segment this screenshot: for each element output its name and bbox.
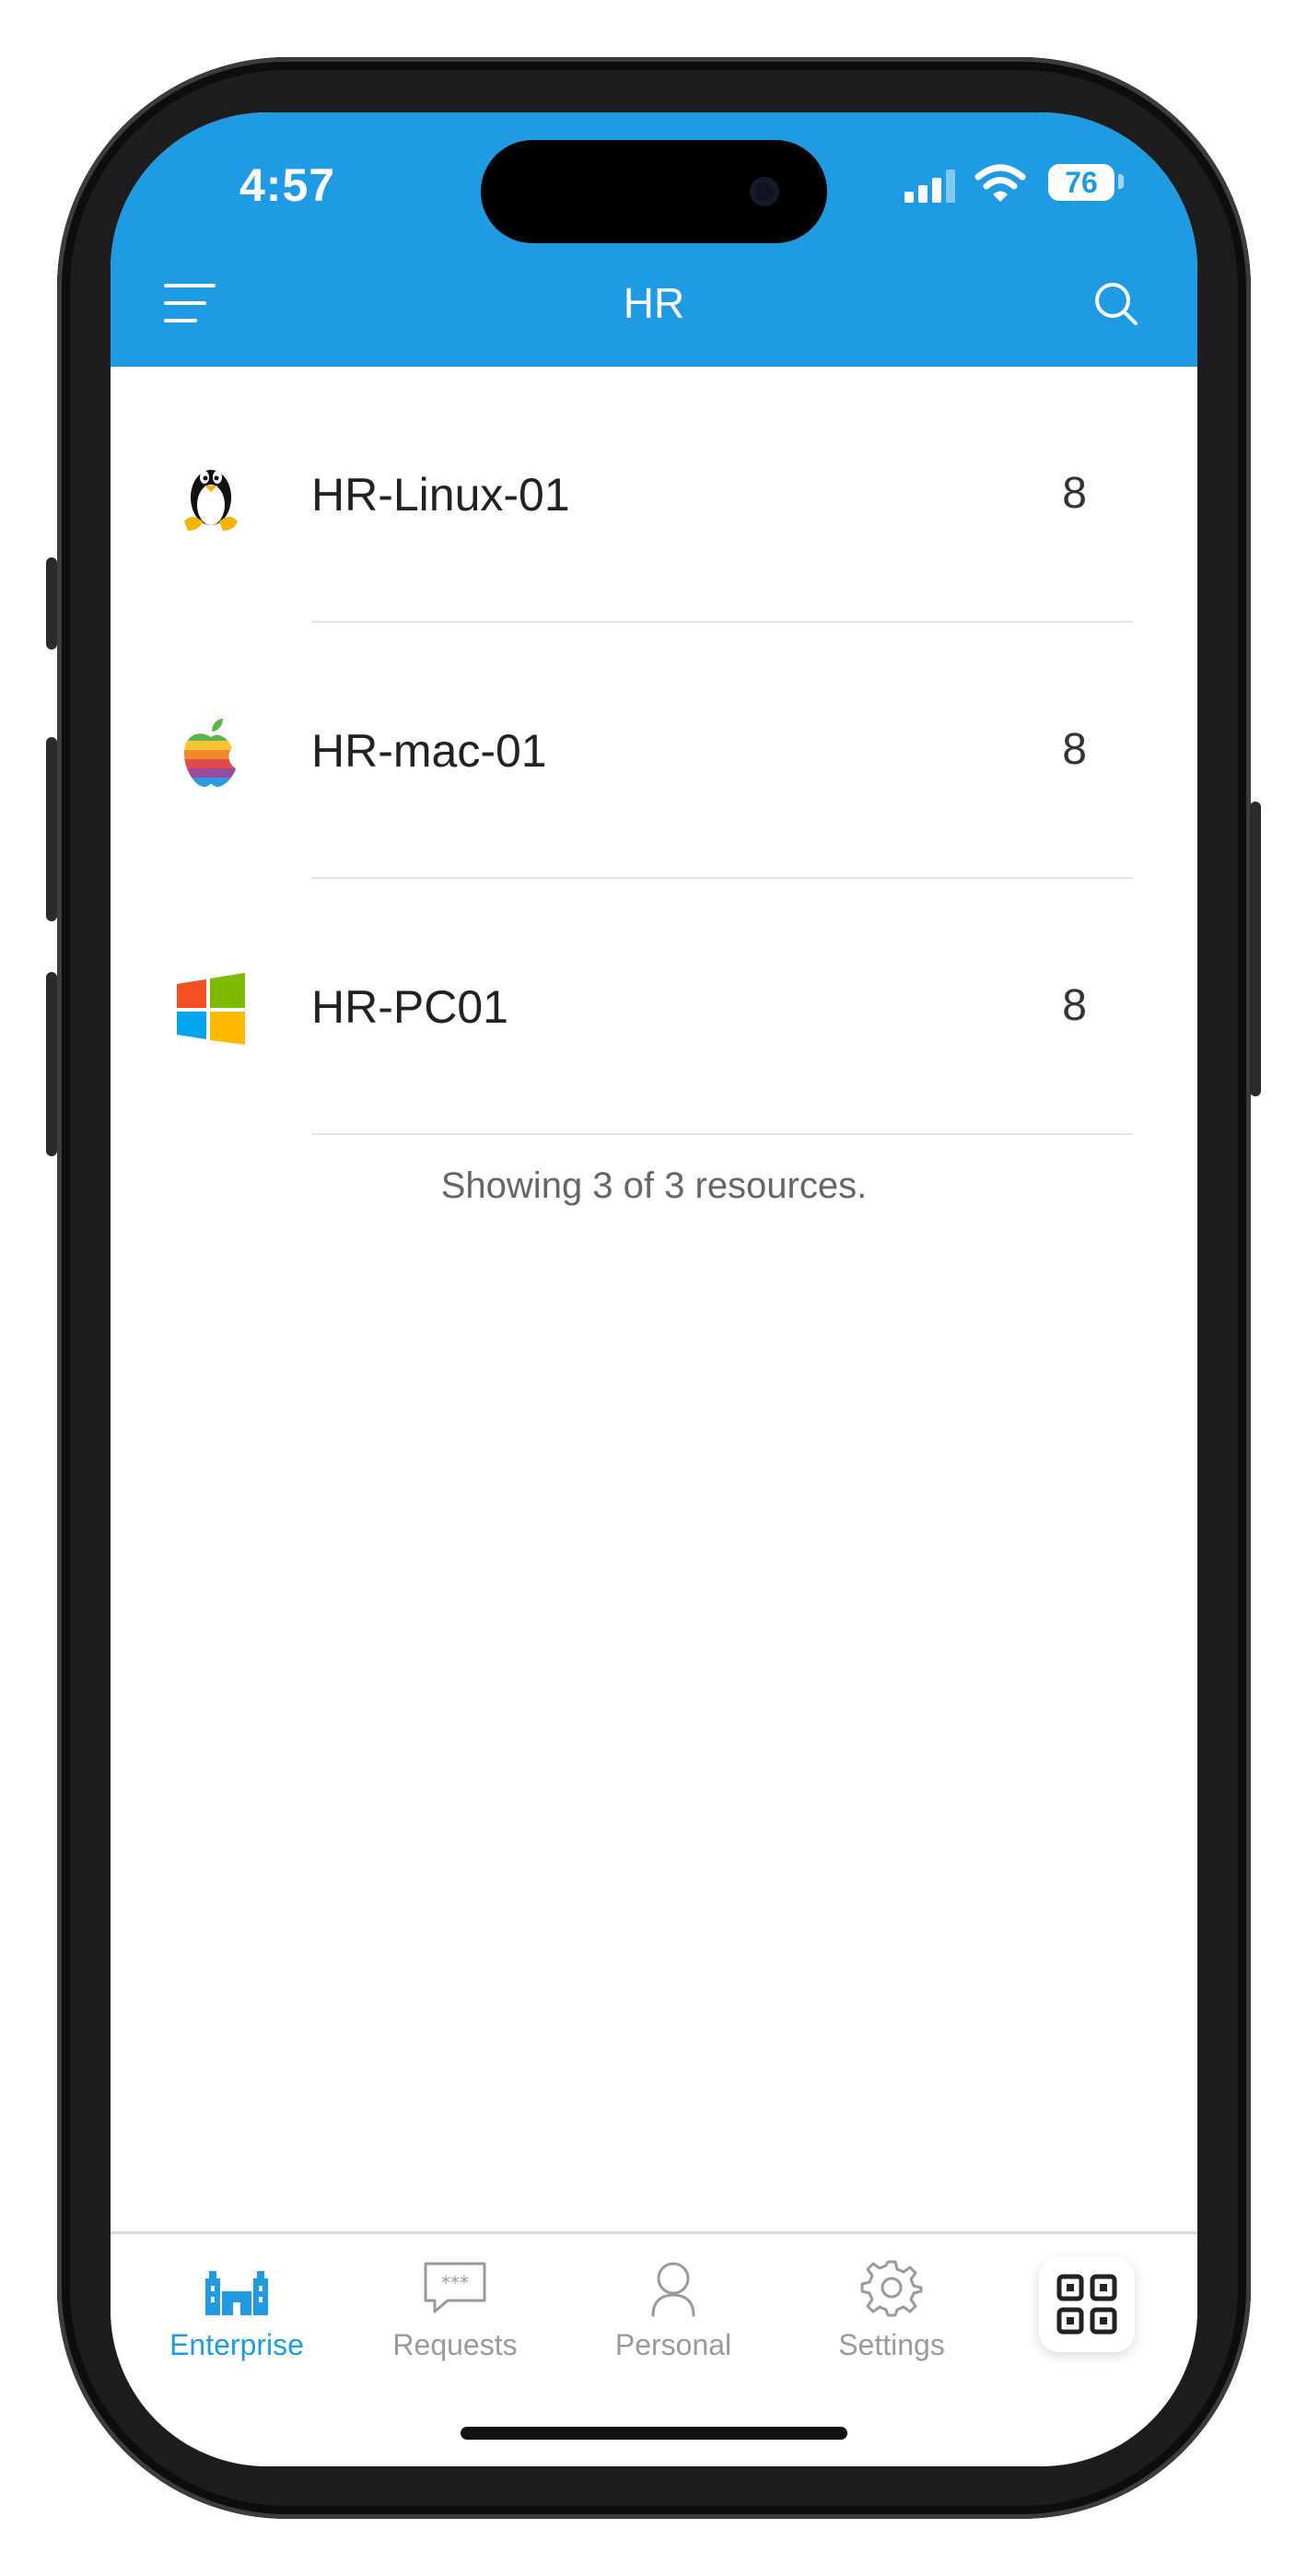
personal-icon bbox=[651, 2262, 695, 2317]
resource-name: HR-mac-01 bbox=[311, 725, 547, 777]
svg-text:***: *** bbox=[441, 2272, 469, 2294]
action-button bbox=[46, 557, 57, 650]
list-item[interactable]: HR-Linux-01 8 bbox=[111, 367, 1197, 623]
tab-requests[interactable]: *** Requests bbox=[363, 2258, 547, 2362]
tab-enterprise[interactable]: Enterprise bbox=[145, 2258, 329, 2362]
resource-count: 8 bbox=[1062, 981, 1087, 1030]
volume-up-button bbox=[46, 737, 57, 921]
screen: 4:57 76 HR HR-Linux-01 8 HR-mac-01 8 HR-… bbox=[111, 112, 1197, 2466]
dynamic-island bbox=[481, 140, 827, 243]
tab-label: Enterprise bbox=[169, 2328, 304, 2361]
page-title: HR bbox=[623, 279, 685, 327]
list-item[interactable]: HR-mac-01 8 bbox=[111, 623, 1197, 879]
apple-icon bbox=[184, 719, 236, 787]
search-icon[interactable] bbox=[1092, 280, 1138, 326]
power-button bbox=[1250, 802, 1261, 1096]
tab-settings[interactable]: Settings bbox=[799, 2258, 984, 2362]
divider bbox=[311, 1133, 1133, 1135]
tab-label: Requests bbox=[392, 2328, 518, 2361]
tab-label: Settings bbox=[838, 2328, 945, 2361]
requests-icon: *** bbox=[424, 2262, 486, 2313]
battery-cap bbox=[1118, 174, 1124, 189]
battery-indicator: 76 bbox=[1048, 164, 1114, 201]
enterprise-icon bbox=[205, 2271, 268, 2315]
qr-code-icon bbox=[1056, 2274, 1117, 2335]
status-time: 4:57 bbox=[239, 159, 336, 211]
resource-name: HR-PC01 bbox=[311, 981, 508, 1033]
qr-scan-button[interactable] bbox=[1039, 2256, 1135, 2352]
linux-tux-icon bbox=[184, 470, 238, 531]
tab-label: Personal bbox=[614, 2328, 732, 2361]
signal-icon bbox=[904, 170, 955, 203]
wifi-icon bbox=[974, 164, 1026, 202]
windows-icon bbox=[177, 973, 245, 1045]
resource-list: HR-Linux-01 8 HR-mac-01 8 HR-PC01 8 bbox=[111, 367, 1197, 1135]
settings-icon bbox=[860, 2260, 923, 2317]
resource-name: HR-Linux-01 bbox=[311, 469, 570, 521]
home-indicator bbox=[461, 2427, 847, 2440]
tab-personal[interactable]: Personal bbox=[581, 2258, 765, 2362]
camera-icon bbox=[750, 177, 779, 206]
app-header: 4:57 76 HR bbox=[111, 112, 1197, 367]
resource-count: 8 bbox=[1062, 469, 1087, 518]
list-item[interactable]: HR-PC01 8 bbox=[111, 879, 1197, 1135]
resource-count: 8 bbox=[1062, 725, 1087, 774]
resource-summary: Showing 3 of 3 resources. bbox=[440, 1165, 868, 1206]
volume-down-button bbox=[46, 972, 57, 1156]
